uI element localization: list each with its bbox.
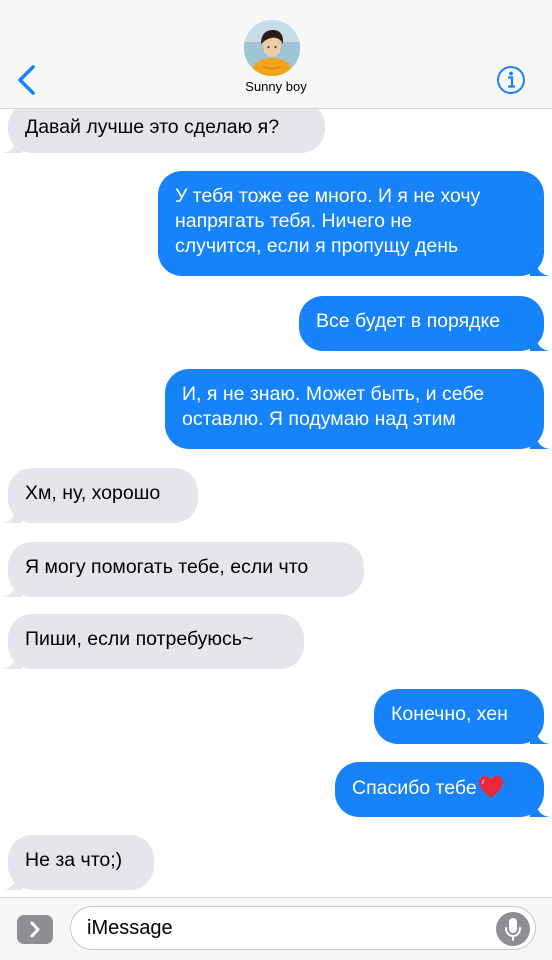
conversation-header: Sunny boy <box>0 0 552 109</box>
message-text: Давай лучше это сделаю я? <box>25 116 280 138</box>
bubble-tail <box>530 329 550 351</box>
messages-screen: Давай лучше это сделаю я? У тебя тоже ее… <box>0 0 552 960</box>
apps-button[interactable] <box>17 915 53 944</box>
chevron-right-icon <box>30 921 40 938</box>
bubble-tail <box>2 575 22 597</box>
microphone-icon <box>505 918 521 941</box>
message-bubble-outgoing[interactable]: У тебя тоже ее много. И я не хочу напряг… <box>158 171 550 276</box>
dictation-button[interactable] <box>496 912 530 946</box>
message-text-line: оставлю. Я подумаю над этим <box>182 408 456 430</box>
red-heart-icon <box>478 776 503 798</box>
bubble-tail <box>530 795 550 817</box>
avatar-image <box>244 20 300 76</box>
message-bubble-outgoing[interactable]: Спасибо тебе <box>335 762 550 817</box>
message-input[interactable]: iMessage <box>70 906 536 950</box>
bubble-tail <box>2 868 22 890</box>
message-text-line: У тебя тоже ее много. И я не хочу <box>175 185 481 207</box>
message-bubble-incoming[interactable]: Давай лучше это сделаю я? <box>2 102 325 153</box>
bubble-tail <box>2 501 22 523</box>
composer-bar: iMessage <box>0 897 552 960</box>
message-text: Конечно, хен <box>391 703 508 725</box>
info-icon[interactable] <box>496 65 526 95</box>
message-thread: Давай лучше это сделаю я? У тебя тоже ее… <box>0 0 552 960</box>
message-input-placeholder: iMessage <box>87 917 173 939</box>
contact-name[interactable]: Sunny boy <box>0 79 552 94</box>
message-text: Пиши, если потребуюсь~ <box>25 628 254 650</box>
bubble-tail <box>2 131 22 153</box>
bubble-tail <box>530 427 550 449</box>
message-bubble-incoming[interactable]: Я могу помогать тебе, если что <box>2 542 364 597</box>
avatar[interactable] <box>244 20 300 76</box>
message-text-line: напрягать тебя. Ничего не <box>175 210 412 232</box>
message-text: Спасибо тебе <box>352 777 477 799</box>
message-bubble-incoming[interactable]: Хм, ну, хорошо <box>2 468 198 523</box>
bubble-tail <box>530 254 550 276</box>
message-text: Не за что;) <box>25 849 123 871</box>
message-bubble-outgoing[interactable]: Конечно, хен <box>374 689 550 744</box>
message-bubble-incoming[interactable]: Пиши, если потребуюсь~ <box>2 614 304 669</box>
bubble-tail <box>2 647 22 669</box>
message-text-line: И, я не знаю. Может быть, и себе <box>182 383 485 405</box>
message-bubble-outgoing[interactable]: Все будет в порядке <box>299 296 550 351</box>
message-text: Все будет в порядке <box>316 310 501 332</box>
message-bubble-incoming[interactable]: Не за что;) <box>2 835 154 890</box>
bubble-tail <box>530 722 550 744</box>
message-text: Хм, ну, хорошо <box>25 482 161 504</box>
message-text: Я могу помогать тебе, если что <box>25 556 309 578</box>
message-bubble-outgoing[interactable]: И, я не знаю. Может быть, и себе оставлю… <box>165 369 550 449</box>
message-text-line: случится, если я пропущу день <box>175 235 459 257</box>
